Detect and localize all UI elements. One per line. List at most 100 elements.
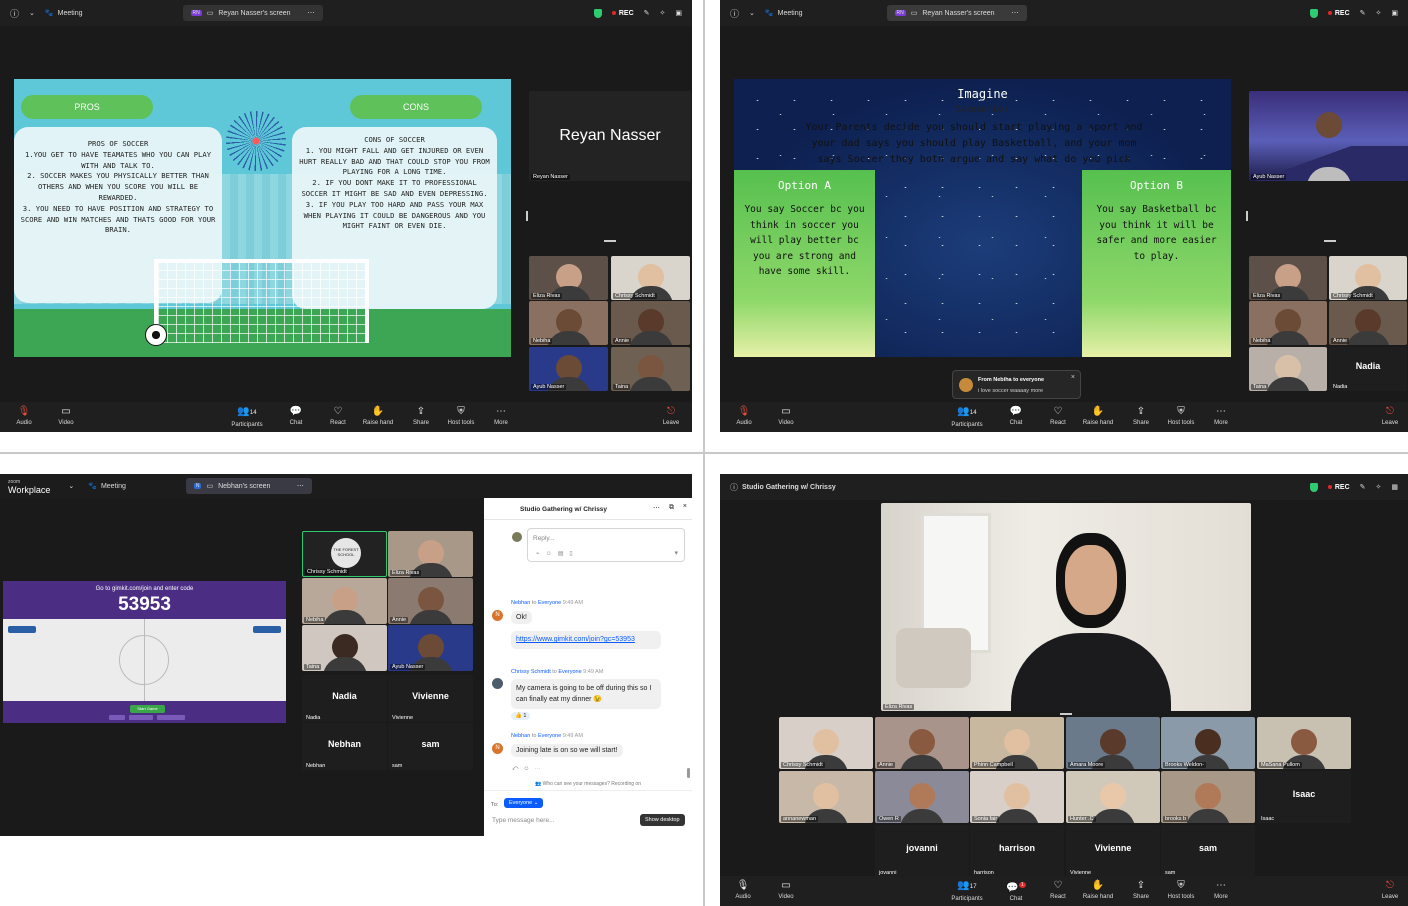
participant-tile[interactable]: Taina [1249, 347, 1327, 391]
reply-box[interactable]: Reply... ⌁☺▤▯ ▾ [527, 528, 685, 562]
participant-tile[interactable]: jovanni jovanni [875, 825, 969, 877]
more-icon[interactable]: ⋯ [1012, 9, 1019, 17]
participant-tile[interactable]: Isaac Isaac [1257, 771, 1351, 823]
close-icon[interactable]: × [683, 503, 687, 510]
privacy-note[interactable]: 👥 Who can see your messages? Recording o… [484, 781, 692, 791]
participant-tile[interactable]: Eliza Rivas [529, 256, 608, 300]
participant-tile[interactable]: Annie [611, 301, 690, 345]
participant-tile[interactable]: Annie [388, 578, 473, 624]
participant-tile[interactable]: sam sam [388, 723, 473, 770]
participant-tile[interactable]: Eliza Rivas [388, 531, 473, 577]
host-tools-button[interactable]: ⛨ Host tools [441, 406, 481, 426]
layout-icon[interactable]: ▣ [675, 9, 682, 17]
reaction-chip[interactable]: 👍 1 [511, 712, 531, 720]
more-icon[interactable]: ⋯ [297, 482, 304, 490]
speaker-tile[interactable]: Ayub Nasser [1249, 91, 1408, 181]
right-team-chip[interactable] [253, 626, 281, 633]
share-button[interactable]: ⇪ Share [401, 406, 441, 426]
participant-tile[interactable]: Nadia Nadia [1329, 347, 1407, 391]
message-input[interactable]: Type message here... [492, 817, 555, 824]
participants-button[interactable]: 👥14 Participants [947, 406, 987, 428]
raise-hand-button[interactable]: ✋ Raise hand [358, 406, 398, 426]
share-tab[interactable]: RN ▭ Reyan Nasser's screen ⋯ [886, 5, 1027, 21]
participant-tile[interactable]: MaSana Pullom [1257, 717, 1351, 769]
participant-tile[interactable]: Vivienne Vivienne [1066, 825, 1160, 877]
participant-tile[interactable]: Ayub Nasser [388, 625, 473, 671]
info-icon[interactable]: ⓘ [730, 7, 739, 20]
more-button[interactable]: ⋯ More [481, 406, 521, 426]
video-button[interactable]: ▭ Video [766, 880, 806, 900]
participant-tile[interactable]: Taina [611, 347, 690, 391]
leave-button[interactable]: ⎋ Leave [1370, 880, 1408, 900]
gimkit-button[interactable] [129, 715, 153, 720]
participant-tile[interactable]: Vivienne Vivienne [388, 675, 473, 722]
chevron-down-icon[interactable]: ⌄ [29, 9, 35, 17]
collapse-handle[interactable] [1324, 240, 1336, 242]
resize-handle[interactable] [526, 211, 528, 221]
speaker-tile[interactable]: Reyan Nasser Reyan Nasser [529, 91, 691, 181]
participant-tile[interactable]: Taina [302, 625, 387, 671]
leave-button[interactable]: ⎋ Leave [1370, 406, 1408, 426]
message-link[interactable]: https://www.gimkit.com/join?gc=53953 [511, 631, 661, 649]
participant-tile[interactable]: Nebiha [302, 578, 387, 624]
annotate-icon[interactable]: ✎ [1360, 9, 1366, 17]
more-icon[interactable]: ⋯ [308, 9, 315, 17]
host-tools-button[interactable]: ⛨ Host tools [1161, 880, 1201, 900]
react-button[interactable]: ♡ React [318, 406, 358, 426]
participant-tile[interactable]: Chrissy Schmidt [1329, 256, 1407, 300]
react-button[interactable]: ♡ React [1038, 406, 1078, 426]
participant-tile[interactable]: Nebiha [529, 301, 608, 345]
annotate-icon[interactable]: ✎ [1360, 483, 1366, 491]
participant-tile[interactable]: sam sam [1161, 825, 1255, 877]
message-actions[interactable]: ⤺☺⋯ [512, 766, 546, 773]
participant-tile[interactable]: annanewman [779, 771, 873, 823]
share-button[interactable]: ⇪ Share [1121, 880, 1161, 900]
participant-tile[interactable]: brooks b [1161, 771, 1255, 823]
participants-button[interactable]: 👥17 Participants [947, 880, 987, 902]
format-icons[interactable]: ⌁☺▤▯ [536, 550, 579, 557]
participant-tile[interactable]: Chrissy Schmidt THE FOREST SCHOOL [302, 531, 387, 577]
message-bubble[interactable]: Ok! [511, 611, 532, 624]
rec-indicator[interactable]: REC [1327, 10, 1350, 17]
participant-tile[interactable]: Nebiha [1249, 301, 1327, 345]
recipient-select[interactable]: Everyone ⌄ [504, 798, 544, 808]
participant-tile[interactable]: Annie [1329, 301, 1407, 345]
ai-icon[interactable]: ✧ [1376, 483, 1382, 491]
participant-tile[interactable]: Phinn Campbell [970, 717, 1064, 769]
participant-tile[interactable]: Brooks Weldon- [1161, 717, 1255, 769]
participant-tile[interactable]: Chrissy Schmidt [779, 717, 873, 769]
meeting-menu[interactable]: 🐾 Meeting [45, 9, 83, 18]
leave-button[interactable]: ⎋ Leave [651, 406, 691, 426]
participants-button[interactable]: 👥14 Participants [227, 406, 267, 428]
ai-icon[interactable]: ✧ [1376, 9, 1382, 17]
participant-tile[interactable]: Nebhan Nebhan [302, 723, 387, 770]
layout-icon[interactable]: ▣ [1391, 9, 1398, 17]
annotate-icon[interactable]: ✎ [644, 9, 650, 17]
participant-tile[interactable]: Owen R [875, 771, 969, 823]
share-tab[interactable]: N ▭ Nebhan's screen ⋯ [185, 478, 312, 494]
grid-view-icon[interactable]: ▦ [1391, 483, 1398, 491]
audio-button[interactable]: 🎙 Audio [724, 406, 764, 426]
close-icon[interactable]: × [1071, 374, 1075, 381]
drag-handle[interactable] [1060, 713, 1072, 715]
participant-tile[interactable]: Nadia Nadia [302, 675, 387, 722]
audio-button[interactable]: 🎙 Audio [4, 406, 44, 426]
more-button[interactable]: ⋯ More [1201, 406, 1241, 426]
rec-indicator[interactable]: REC [611, 10, 634, 17]
rec-indicator[interactable]: REC [1327, 484, 1350, 491]
chat-button[interactable]: 💬 Chat [276, 406, 316, 426]
meeting-menu[interactable]: 🐾 Meeting [765, 9, 803, 18]
chat-button[interactable]: 💬 Chat [996, 406, 1036, 426]
raise-hand-button[interactable]: ✋ Raise hand [1078, 880, 1118, 900]
react-button[interactable]: ♡ React [1038, 880, 1078, 900]
chat-notification[interactable]: From Nebiha to everyone i love soccer wa… [952, 370, 1081, 399]
active-speaker-tile[interactable]: Eliza Rivas [881, 503, 1251, 711]
chat-button[interactable]: 💬 1 Chat [996, 880, 1036, 902]
more-icon[interactable]: ⋯ [653, 504, 660, 512]
message-bubble[interactable]: Joining late is on so we will start! [511, 744, 623, 757]
participant-tile[interactable]: Amara Moore [1066, 717, 1160, 769]
participant-tile[interactable]: Chrissy Schmidt [611, 256, 690, 300]
chevron-down-icon[interactable]: ⌄ [749, 9, 755, 17]
left-team-chip[interactable] [8, 626, 36, 633]
raise-hand-button[interactable]: ✋ Raise hand [1078, 406, 1118, 426]
